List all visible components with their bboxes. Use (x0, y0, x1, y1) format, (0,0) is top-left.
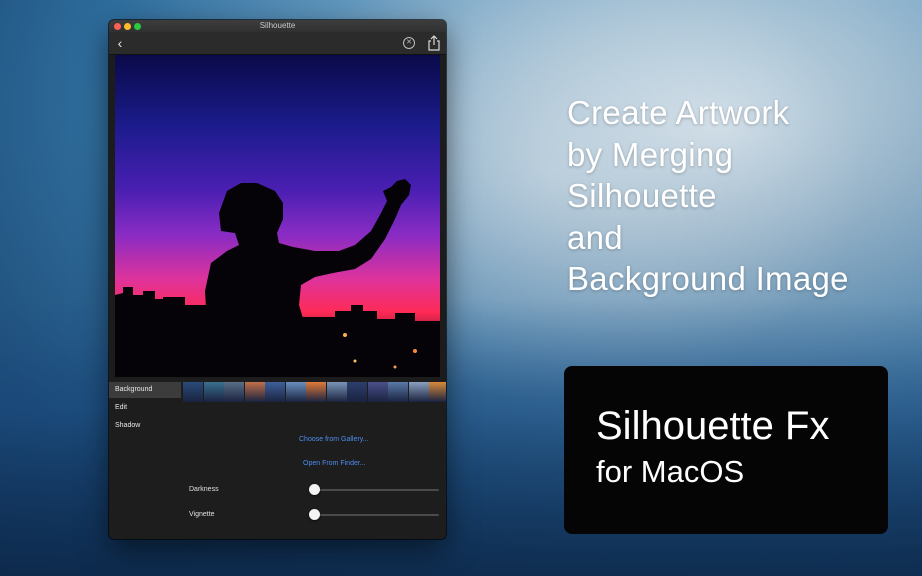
share-button[interactable] (427, 35, 441, 51)
background-thumbnail-strip (183, 382, 446, 402)
window-toolbar: ‹ ✕ (109, 32, 446, 55)
badge-subtitle: for MacOS (596, 454, 745, 489)
headline-line: Silhouette (567, 177, 717, 214)
background-thumbnail[interactable] (388, 382, 408, 402)
city-light (343, 333, 347, 337)
minimize-window-button[interactable] (124, 23, 131, 30)
back-button[interactable]: ‹ (113, 34, 127, 52)
share-icon (428, 35, 440, 51)
close-window-button[interactable] (114, 23, 121, 30)
sidebar-item-background[interactable]: Background (109, 382, 181, 398)
background-thumbnail[interactable] (224, 382, 244, 402)
window-titlebar: Silhouette (109, 20, 446, 32)
background-thumbnail[interactable] (183, 382, 203, 402)
background-thumbnail[interactable] (265, 382, 285, 402)
zoom-window-button[interactable] (134, 23, 141, 30)
background-thumbnail[interactable] (408, 382, 429, 402)
window-title: Silhouette (259, 21, 296, 30)
city-light (393, 365, 397, 369)
headline-line: by Merging (567, 135, 734, 173)
darkness-label: Darkness (189, 486, 219, 493)
darkness-slider-knob[interactable] (309, 484, 320, 495)
silhouette-artwork (115, 179, 440, 377)
choose-from-gallery-link[interactable]: Choose from Gallery... (299, 436, 369, 443)
headline-line: and (567, 218, 623, 256)
chevron-left-icon: ‹ (117, 35, 123, 51)
background-thumbnail[interactable] (347, 382, 367, 402)
city-light (413, 349, 417, 353)
background-thumbnail[interactable] (306, 382, 326, 402)
background-thumbnail[interactable] (429, 382, 446, 402)
background-thumbnail[interactable] (285, 382, 306, 402)
artwork-canvas[interactable] (115, 55, 440, 377)
product-badge: Silhouette Fx for MacOS (564, 366, 888, 534)
open-from-finder-link[interactable]: Open From Finder... (303, 460, 366, 467)
headline-line: Background Image (567, 260, 849, 297)
vignette-slider-knob[interactable] (309, 509, 320, 520)
background-thumbnail[interactable] (326, 382, 347, 402)
darkness-slider-track[interactable] (314, 489, 439, 491)
badge-title: Silhouette Fx (596, 404, 830, 448)
editor-panel: Background Edit Shadow Choose from Galle… (109, 380, 446, 539)
sidebar-item-edit[interactable]: Edit (109, 400, 181, 416)
background-thumbnail[interactable] (244, 382, 265, 402)
clear-circle-icon: ✕ (406, 39, 412, 46)
app-window: Silhouette ‹ ✕ Background Edit Shadow Ch… (109, 20, 446, 539)
background-thumbnail[interactable] (367, 382, 388, 402)
vignette-label: Vignette (189, 511, 215, 518)
clear-button[interactable]: ✕ (403, 37, 415, 49)
headline-line: Create Artwork (567, 94, 790, 131)
city-light (353, 359, 357, 363)
sidebar-item-shadow[interactable]: Shadow (109, 418, 181, 434)
vignette-slider-track[interactable] (314, 514, 439, 516)
background-thumbnail[interactable] (203, 382, 224, 402)
marketing-headline: Create Artwork by Merging Silhouette and Bac… (567, 92, 917, 300)
